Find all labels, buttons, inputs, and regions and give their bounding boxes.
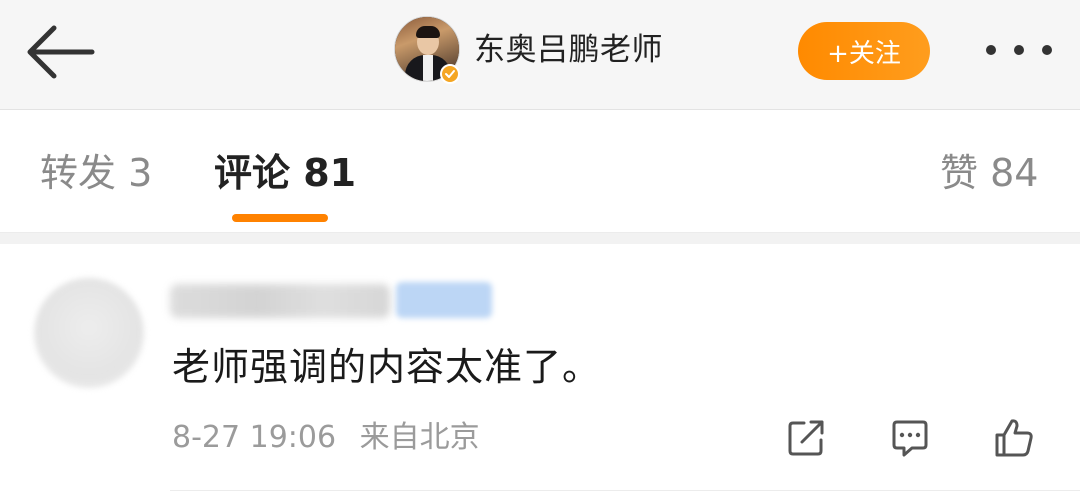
share-icon [788, 420, 824, 456]
follow-button[interactable]: +关注 [798, 22, 930, 80]
author-avatar[interactable] [394, 16, 462, 84]
like-button[interactable] [992, 416, 1036, 460]
commenter-avatar[interactable] [34, 278, 144, 388]
tab-bar: 转发 3 评论 81 赞 84 [0, 110, 1080, 232]
tab-comments[interactable]: 评论 81 [214, 150, 356, 196]
top-bar: 东奥吕鹏老师 +关注 [0, 0, 1080, 110]
comment-divider [170, 490, 1080, 491]
tab-likes[interactable]: 赞 84 [940, 150, 1038, 196]
like-icon [995, 419, 1033, 457]
share-button[interactable] [784, 416, 828, 460]
commenter-tag-redacted [396, 282, 492, 318]
comment-date: 8-27 19:06 [172, 420, 337, 455]
comment-item: 老师强调的内容太准了。 8-27 19:06 来自北京 [0, 244, 1080, 498]
more-dots-icon[interactable] [986, 40, 1052, 60]
verified-badge-icon [440, 64, 460, 84]
commenter-name-redacted [170, 284, 390, 318]
back-button[interactable] [22, 20, 98, 84]
reply-button[interactable] [888, 416, 932, 460]
tab-repost[interactable]: 转发 3 [40, 150, 152, 196]
active-tab-indicator [232, 214, 328, 222]
arrow-left-icon [27, 25, 95, 79]
comment-meta: 8-27 19:06 来自北京 [172, 418, 480, 458]
section-divider [0, 232, 1080, 244]
reply-icon [892, 420, 928, 457]
author-name[interactable]: 东奥吕鹏老师 [474, 30, 663, 70]
comment-text: 老师强调的内容太准了。 [172, 345, 602, 389]
comment-location: 来自北京 [359, 420, 480, 455]
